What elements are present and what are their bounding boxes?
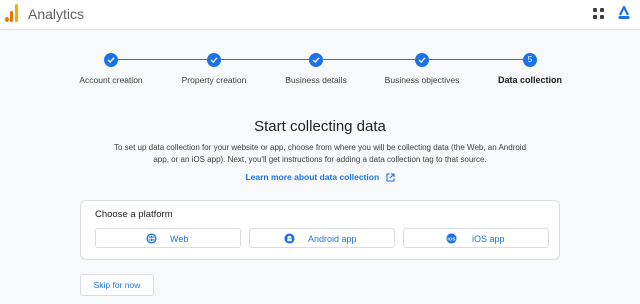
check-icon — [309, 53, 323, 67]
setup-stepper: Account creation Property creation Busin… — [0, 50, 640, 90]
account-icon[interactable] — [617, 5, 631, 21]
android-button-label: Android app — [308, 234, 357, 244]
check-icon — [415, 53, 429, 67]
analytics-logo[interactable] — [5, 3, 19, 22]
globe-icon — [146, 233, 157, 244]
web-platform-button[interactable]: Web — [95, 228, 241, 248]
step-label: Data collection — [497, 75, 562, 85]
apps-grid-icon[interactable] — [593, 8, 605, 20]
step-label: Business objectives — [384, 75, 460, 85]
check-icon — [207, 53, 221, 67]
check-icon — [104, 53, 118, 67]
step-label: Account creation — [79, 75, 143, 85]
platform-panel-title: Choose a platform — [95, 209, 173, 220]
svg-text:iOS: iOS — [448, 236, 456, 241]
step-label: Business details — [285, 75, 347, 85]
page-title: Start collecting data — [254, 118, 386, 135]
android-platform-button[interactable]: Android app — [249, 228, 395, 248]
ios-button-label: iOS app — [472, 234, 505, 244]
learn-more-label: Learn more about data collection — [245, 172, 380, 182]
web-button-label: Web — [170, 234, 189, 244]
ios-icon: iOS — [446, 233, 457, 244]
external-link-icon — [385, 173, 395, 182]
skip-for-now-button[interactable]: Skip for now — [80, 274, 154, 296]
platform-panel: Choose a platform Web Android app iOS iO… — [80, 200, 560, 260]
step-number-badge: 5 — [523, 53, 537, 67]
ios-platform-button[interactable]: iOS iOS app — [403, 228, 549, 248]
app-title: Analytics — [28, 6, 85, 22]
android-icon — [284, 233, 295, 244]
learn-more-link[interactable]: Learn more about data collection — [0, 172, 640, 182]
page-description: To set up data collection for your websi… — [113, 143, 527, 164]
top-app-bar: Analytics — [0, 0, 640, 30]
